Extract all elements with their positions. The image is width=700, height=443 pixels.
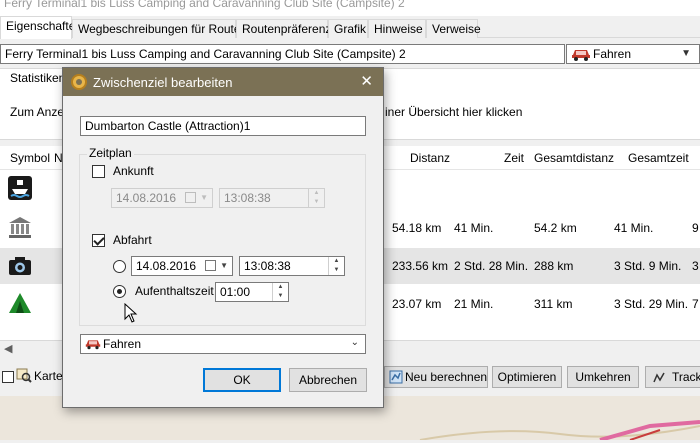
- col-gesamtzeit[interactable]: Gesamtzeit: [628, 151, 689, 165]
- chevron-down-icon: ▼: [681, 48, 691, 59]
- recalculate-label: Neu berechnen: [405, 370, 488, 384]
- cell-gesamtdistanz: 288 km: [534, 259, 574, 273]
- route-name-field[interactable]: Ferry Terminal1 bis Luss Camping and Car…: [0, 44, 565, 64]
- duration-spinner[interactable]: ▲ ▼: [272, 283, 288, 301]
- ankunft-label: Ankunft: [113, 164, 154, 178]
- cell-zeit: 21 Min.: [454, 297, 494, 311]
- abfahrt-time-field[interactable]: 13:08:38 ▲ ▼: [239, 256, 345, 276]
- ankunft-time-field[interactable]: 13:08:38 ▲ ▼: [219, 188, 325, 208]
- cell-distanz: 233.56 km: [392, 259, 449, 273]
- recalculate-button[interactable]: Neu berechnen: [384, 366, 488, 388]
- karte-checkbox[interactable]: [2, 371, 14, 383]
- karte-label: Karte: [34, 369, 63, 383]
- tab-routenpraeferenz[interactable]: Routenpräferenz: [236, 19, 331, 38]
- cell-zeit: 41 Min.: [454, 221, 494, 235]
- waypoint-icon: [71, 74, 87, 90]
- window-title: Ferry Terminal1 bis Luss Camping and Car…: [0, 0, 700, 16]
- scroll-left-icon[interactable]: ◀: [4, 342, 12, 355]
- track-icon: [653, 372, 665, 383]
- dialog-titlebar[interactable]: Zwischenziel bearbeiten ✕: [63, 68, 383, 96]
- campsite-icon: [9, 293, 31, 313]
- tab-eigenschaften[interactable]: Eigenschaften: [0, 16, 82, 39]
- ferry-icon: [8, 176, 32, 200]
- cell-gesamtzeit: 41 Min.: [614, 221, 654, 235]
- time-spinner[interactable]: ▲ ▼: [308, 189, 324, 207]
- route-mode-label: Fahren: [593, 47, 632, 61]
- aufenthalt-label: Aufenthaltszeit: [135, 284, 214, 298]
- car-icon: [572, 50, 590, 61]
- cancel-button[interactable]: Abbrechen: [289, 368, 367, 392]
- col-symbol[interactable]: Symbol: [10, 151, 50, 165]
- cell-extra: 7: [692, 297, 699, 311]
- route-mode-select[interactable]: Fahren ▼: [566, 44, 700, 64]
- cell-distanz: 54.18 km: [392, 221, 442, 235]
- cell-gesamtdistanz: 311 km: [534, 297, 573, 311]
- chevron-down-icon: ⌄: [350, 337, 359, 348]
- cell-zeit: 2 Std. 28 Min.: [454, 259, 529, 273]
- calendar-icon: [185, 192, 196, 203]
- cell-extra: 9: [692, 221, 699, 235]
- abfahrt-label: Abfahrt: [113, 233, 152, 247]
- cell-gesamtdistanz: 54.2 km: [534, 221, 577, 235]
- mouse-cursor-icon: [124, 303, 138, 323]
- cell-distanz: 23.07 km: [392, 297, 442, 311]
- col-distanz[interactable]: Distanz: [410, 151, 450, 165]
- route-icon: [389, 370, 403, 384]
- zeitplan-label: Zeitplan: [87, 146, 134, 160]
- map-search-icon: [16, 368, 32, 383]
- chevron-down-icon: ▼: [220, 261, 228, 270]
- stats-hint-right[interactable]: iner Übersicht hier klicken: [385, 105, 522, 119]
- car-icon: [85, 340, 101, 350]
- tab-strip: Eigenschaften Wegbeschreibungen für Rout…: [0, 16, 700, 39]
- ankunft-date-field[interactable]: 14.08.2016 ▼: [111, 188, 213, 208]
- cell-gesamtzeit: 3 Std. 9 Min.: [614, 259, 682, 273]
- camera-icon: [9, 257, 31, 275]
- time-spinner[interactable]: ▲ ▼: [328, 257, 344, 275]
- tab-hinweise[interactable]: Hinweise: [368, 19, 426, 38]
- col-zeit[interactable]: Zeit: [504, 151, 524, 165]
- ankunft-checkbox[interactable]: [92, 165, 105, 178]
- col-gesamtdistanz[interactable]: Gesamtdistanz: [534, 151, 614, 165]
- abfahrt-checkbox[interactable]: [92, 234, 105, 247]
- tab-verweise[interactable]: Verweise: [426, 19, 481, 38]
- ok-button[interactable]: OK: [203, 368, 281, 392]
- waypoint-name-field[interactable]: Dumbarton Castle (Attraction)1: [80, 116, 366, 136]
- aufenthalt-radio[interactable]: [113, 285, 126, 298]
- edit-waypoint-dialog: Zwischenziel bearbeiten ✕ Dumbarton Cast…: [62, 67, 384, 408]
- track-button[interactable]: Track: [645, 366, 700, 388]
- aufenthalt-field[interactable]: 01:00 ▲ ▼: [215, 282, 289, 302]
- abfahrt-date-field[interactable]: 14.08.2016 ▼: [131, 256, 233, 276]
- close-icon[interactable]: ✕: [360, 72, 373, 90]
- chevron-down-icon: ▼: [200, 193, 208, 202]
- dialog-title: Zwischenziel bearbeiten: [93, 75, 233, 90]
- tab-grafik[interactable]: Grafik: [328, 19, 368, 38]
- reverse-button[interactable]: Umkehren: [567, 366, 639, 388]
- abfahrt-time-radio[interactable]: [113, 260, 126, 273]
- cell-extra: 3: [692, 259, 699, 273]
- calendar-icon: [205, 260, 216, 271]
- stats-label: Statistiken: [10, 71, 66, 85]
- cell-gesamtzeit: 3 Std. 29 Min.: [614, 297, 689, 311]
- track-label: Track: [672, 370, 700, 384]
- museum-icon: [9, 217, 31, 238]
- tab-wegbeschreibungen[interactable]: Wegbeschreibungen für Routen: [72, 19, 247, 38]
- waypoint-mode-label: Fahren: [103, 337, 142, 351]
- optimize-button[interactable]: Optimieren: [492, 366, 562, 388]
- waypoint-mode-select[interactable]: Fahren ⌄: [80, 334, 366, 354]
